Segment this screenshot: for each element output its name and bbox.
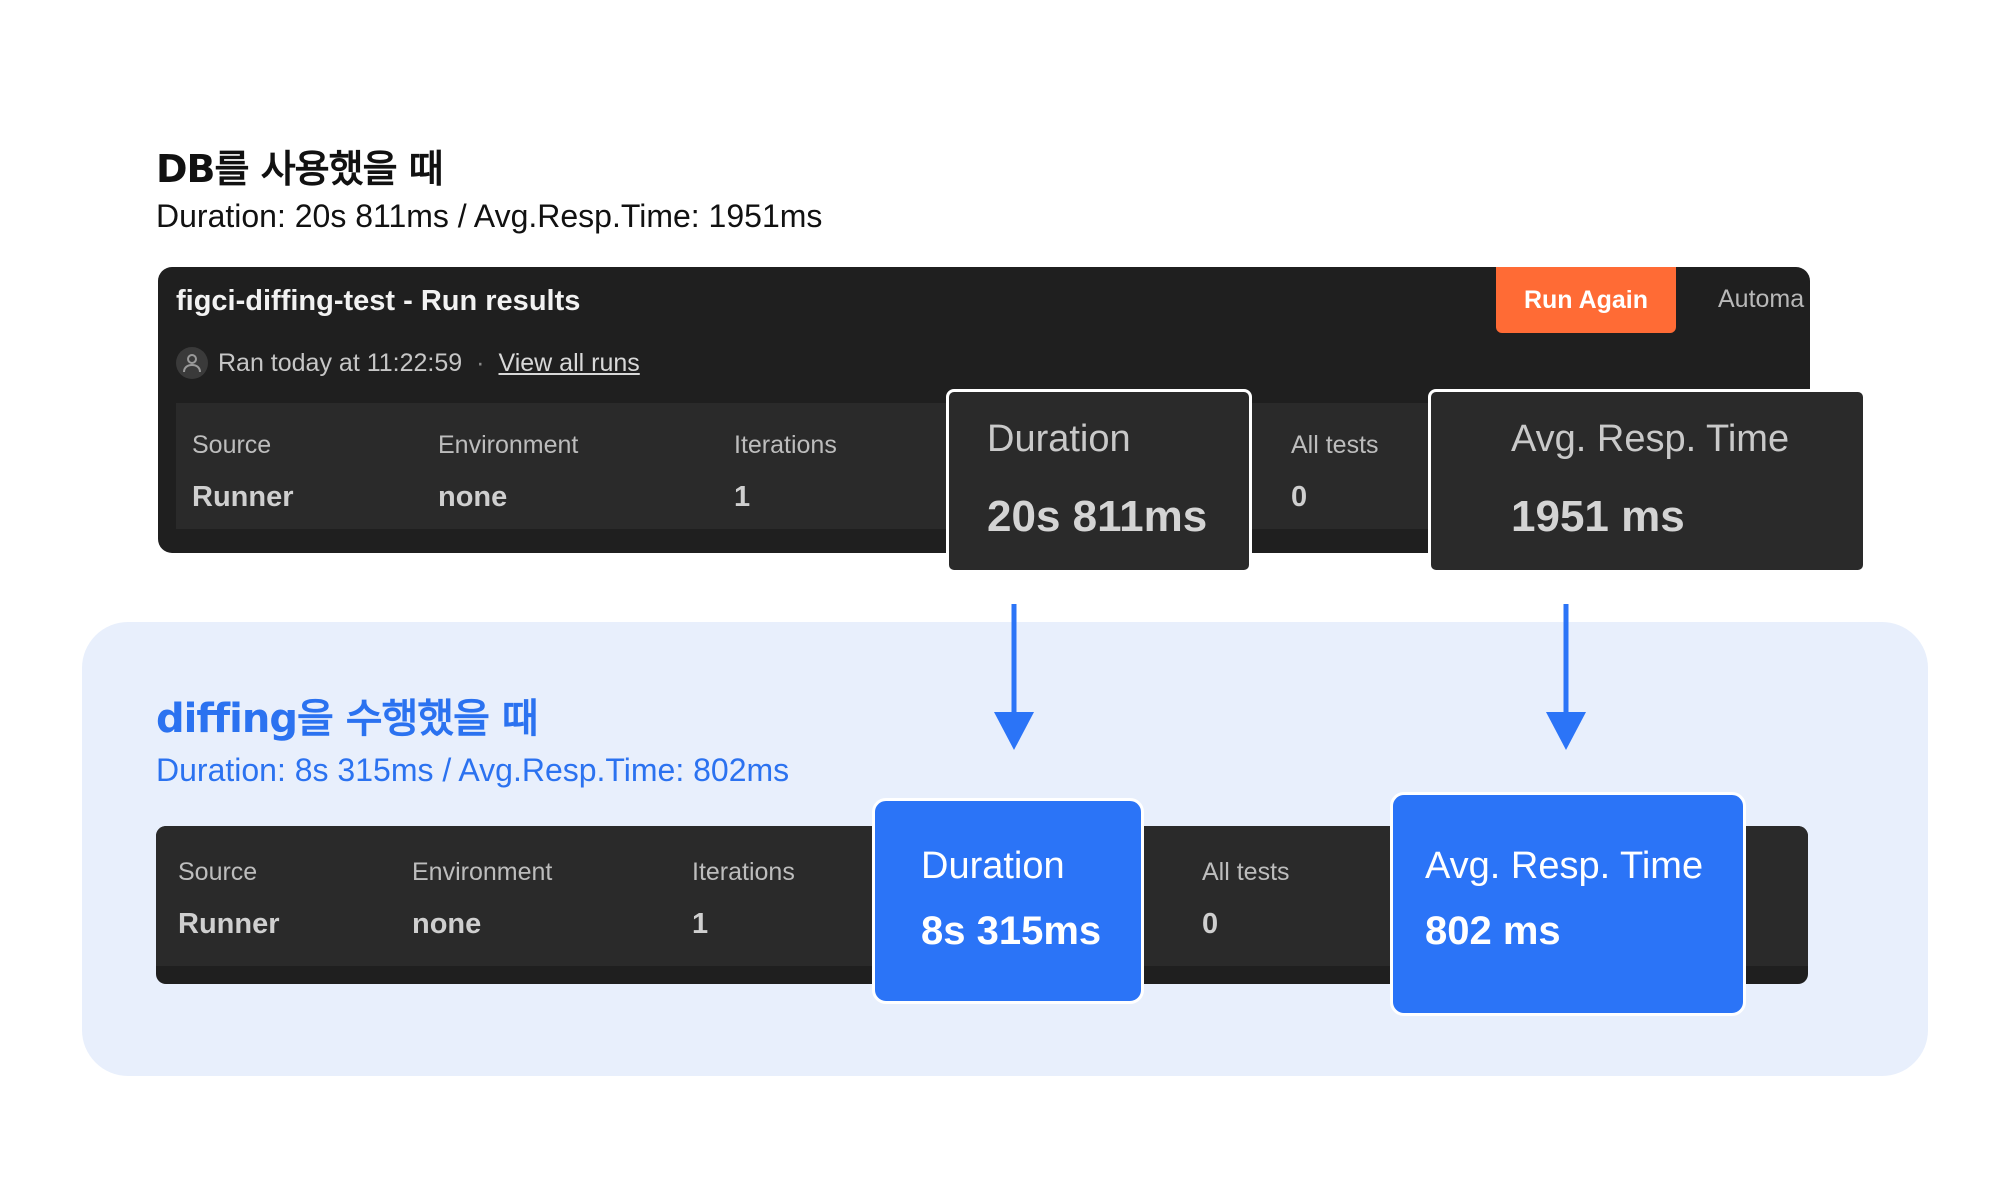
avg-resp-callout-value: 1951 ms [1511,492,1685,541]
duration-callout-db: Duration 20s 811ms [946,389,1252,573]
avg-resp-callout-diffing: Avg. Resp. Time 802 ms [1390,792,1746,1016]
duration-callout-value: 20s 811ms [987,492,1208,541]
duration-callout-diffing: Duration 8s 315ms [872,798,1144,1004]
automate-tab[interactable]: Automa [1718,285,1804,314]
avg-resp-callout-db: Avg. Resp. Time 1951 ms [1428,389,1866,573]
environment-label: Environment [438,431,579,459]
avg-resp-callout-label: Avg. Resp. Time [1511,418,1790,460]
environment-label: Environment [412,858,553,886]
down-arrow-icon [994,604,1034,750]
separator: · [476,348,485,377]
iterations-label: Iterations [734,431,837,459]
duration-callout-label: Duration [987,418,1131,460]
all-tests-label: All tests [1291,431,1379,459]
db-case-subtitle: Duration: 20s 811ms / Avg.Resp.Time: 195… [156,198,823,234]
ran-timestamp: Ran today at 11:22:59 [218,348,463,377]
run-results-title: figci-diffing-test - Run results [176,285,581,317]
all-tests-value: 0 [1202,908,1219,940]
avg-resp-callout-value: 802 ms [1425,909,1561,953]
iterations-value: 1 [692,908,709,940]
environment-value: none [438,481,508,513]
all-tests-value: 0 [1291,481,1308,513]
all-tests-label: All tests [1202,858,1290,886]
diffing-case-subtitle: Duration: 8s 315ms / Avg.Resp.Time: 802m… [156,752,790,788]
source-label: Source [178,858,258,886]
user-icon [176,347,208,379]
source-value: Runner [178,908,280,940]
iterations-label: Iterations [692,858,795,886]
view-all-runs-link[interactable]: View all runs [499,349,640,378]
run-again-button[interactable]: Run Again [1496,267,1676,333]
diffing-case-title: diffing을 수행했을 때 [156,696,539,742]
db-case-title: DB를 사용했을 때 [156,147,444,191]
source-value: Runner [192,481,294,513]
avg-resp-callout-label: Avg. Resp. Time [1425,845,1704,887]
duration-callout-label: Duration [921,845,1065,887]
environment-value: none [412,908,482,940]
source-label: Source [192,431,272,459]
duration-callout-value: 8s 315ms [921,909,1102,953]
run-meta: Ran today at 11:22:59 · View all runs [176,347,640,379]
iterations-value: 1 [734,481,751,513]
down-arrow-icon [1546,604,1586,750]
